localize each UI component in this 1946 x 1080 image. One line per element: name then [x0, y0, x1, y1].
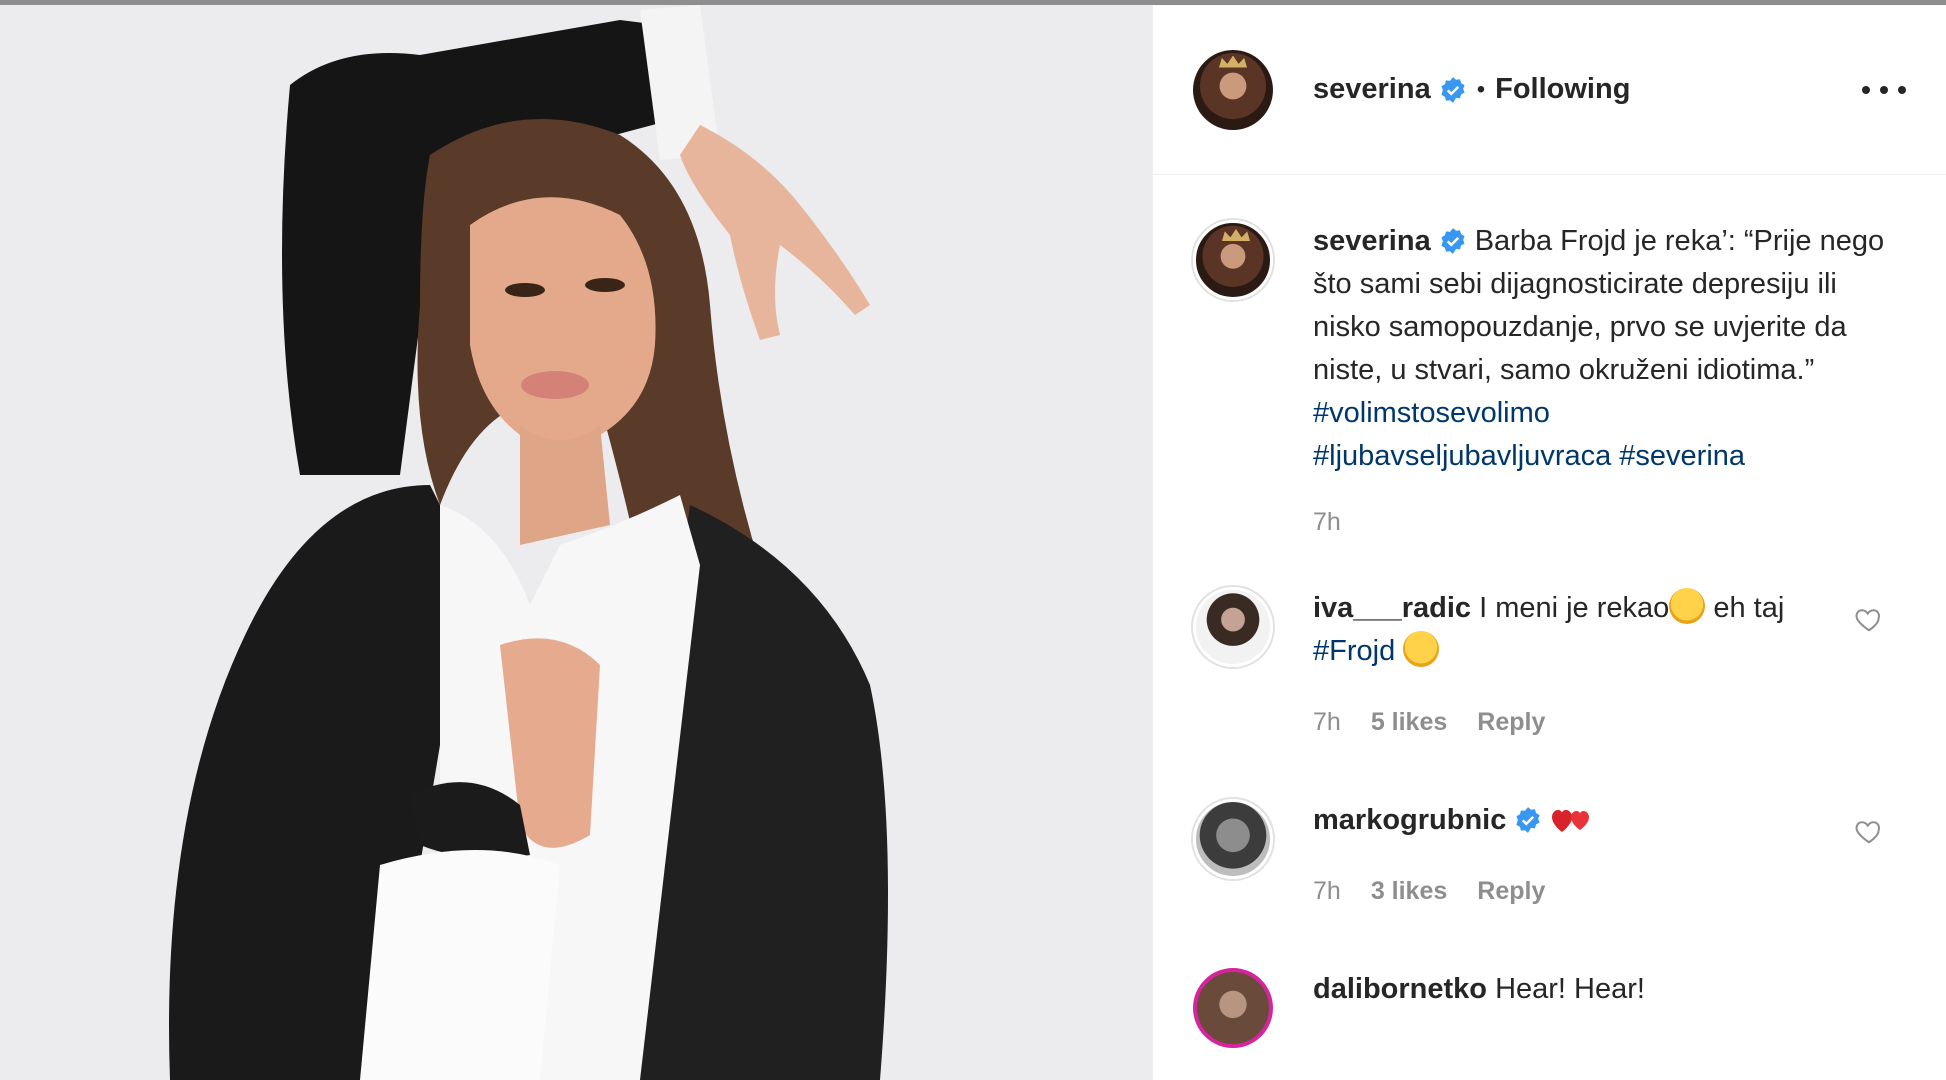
- comment-body: dalibornetko Hear! Hear!: [1313, 968, 1873, 1048]
- comment-timestamp[interactable]: 7h: [1313, 701, 1341, 744]
- caption-text-block: severina Barba Frojd je reka’: “Prije ne…: [1313, 220, 1903, 478]
- post-photo[interactable]: [0, 5, 1152, 1080]
- reply-button[interactable]: Reply: [1477, 701, 1545, 744]
- verified-badge-icon: [1441, 228, 1465, 254]
- following-button[interactable]: Following: [1495, 73, 1630, 106]
- comment-timestamp[interactable]: 7h: [1313, 870, 1341, 913]
- comment-likes[interactable]: 3 likes: [1371, 870, 1447, 913]
- comment-text: I meni je rekao: [1479, 592, 1670, 624]
- comment-likes[interactable]: 5 likes: [1371, 701, 1447, 744]
- hashtag-link[interactable]: #severina: [1619, 440, 1745, 472]
- header-separator: •: [1476, 75, 1486, 103]
- comment-body: iva___radic I meni je rekao eh taj #Froj…: [1313, 587, 1873, 744]
- heart-icon[interactable]: [1854, 817, 1884, 845]
- comment-text: Hear! Hear!: [1495, 973, 1645, 1005]
- heart-icon[interactable]: [1854, 605, 1884, 633]
- wink-emoji: [1669, 588, 1706, 624]
- post-header: severina • Following: [1153, 5, 1946, 175]
- hashtag-link[interactable]: #ljubavseljubavljuvraca: [1313, 440, 1611, 472]
- comment-username[interactable]: iva___radic: [1313, 592, 1471, 624]
- verified-badge-icon: [1516, 807, 1540, 833]
- reply-button[interactable]: Reply: [1477, 870, 1545, 913]
- caption-timestamp[interactable]: 7h: [1313, 508, 1906, 537]
- comment-avatar[interactable]: [1193, 799, 1273, 879]
- comment-username[interactable]: markogrubnic: [1313, 804, 1506, 836]
- comment-avatar[interactable]: [1193, 587, 1273, 667]
- post-detail-panel: severina • Following severina Barba Froj…: [1152, 5, 1946, 1080]
- caption-username[interactable]: severina: [1313, 225, 1431, 257]
- comment-body: markogrubnic 7h 3 likes Reply: [1313, 799, 1873, 913]
- author-avatar[interactable]: [1193, 49, 1273, 130]
- comment-meta: 7h 3 likes Reply: [1313, 870, 1873, 913]
- hashtag-link[interactable]: #volimstosevolimo: [1313, 397, 1550, 429]
- author-username[interactable]: severina: [1313, 73, 1431, 106]
- comment-avatar[interactable]: [1193, 968, 1273, 1048]
- hashtag-link[interactable]: #Frojd: [1313, 635, 1395, 667]
- post-photo-illustration: [0, 5, 1152, 1080]
- caption-avatar[interactable]: [1193, 220, 1273, 300]
- more-options-icon[interactable]: [1862, 80, 1906, 100]
- comment-text-middle: eh taj: [1705, 592, 1785, 624]
- laughing-emoji: [1403, 631, 1440, 667]
- two-hearts-emoji: [1552, 810, 1590, 832]
- comment-item: iva___radic I meni je rekao eh taj #Froj…: [1153, 587, 1946, 744]
- verified-badge-icon: [1441, 76, 1465, 103]
- post-caption: severina Barba Frojd je reka’: “Prije ne…: [1153, 175, 1946, 537]
- comment-meta: 7h 5 likes Reply: [1313, 701, 1873, 744]
- comment-item: markogrubnic 7h 3 likes Reply: [1153, 799, 1946, 913]
- comment-item: dalibornetko Hear! Hear!: [1153, 968, 1946, 1048]
- comment-username[interactable]: dalibornetko: [1313, 973, 1487, 1005]
